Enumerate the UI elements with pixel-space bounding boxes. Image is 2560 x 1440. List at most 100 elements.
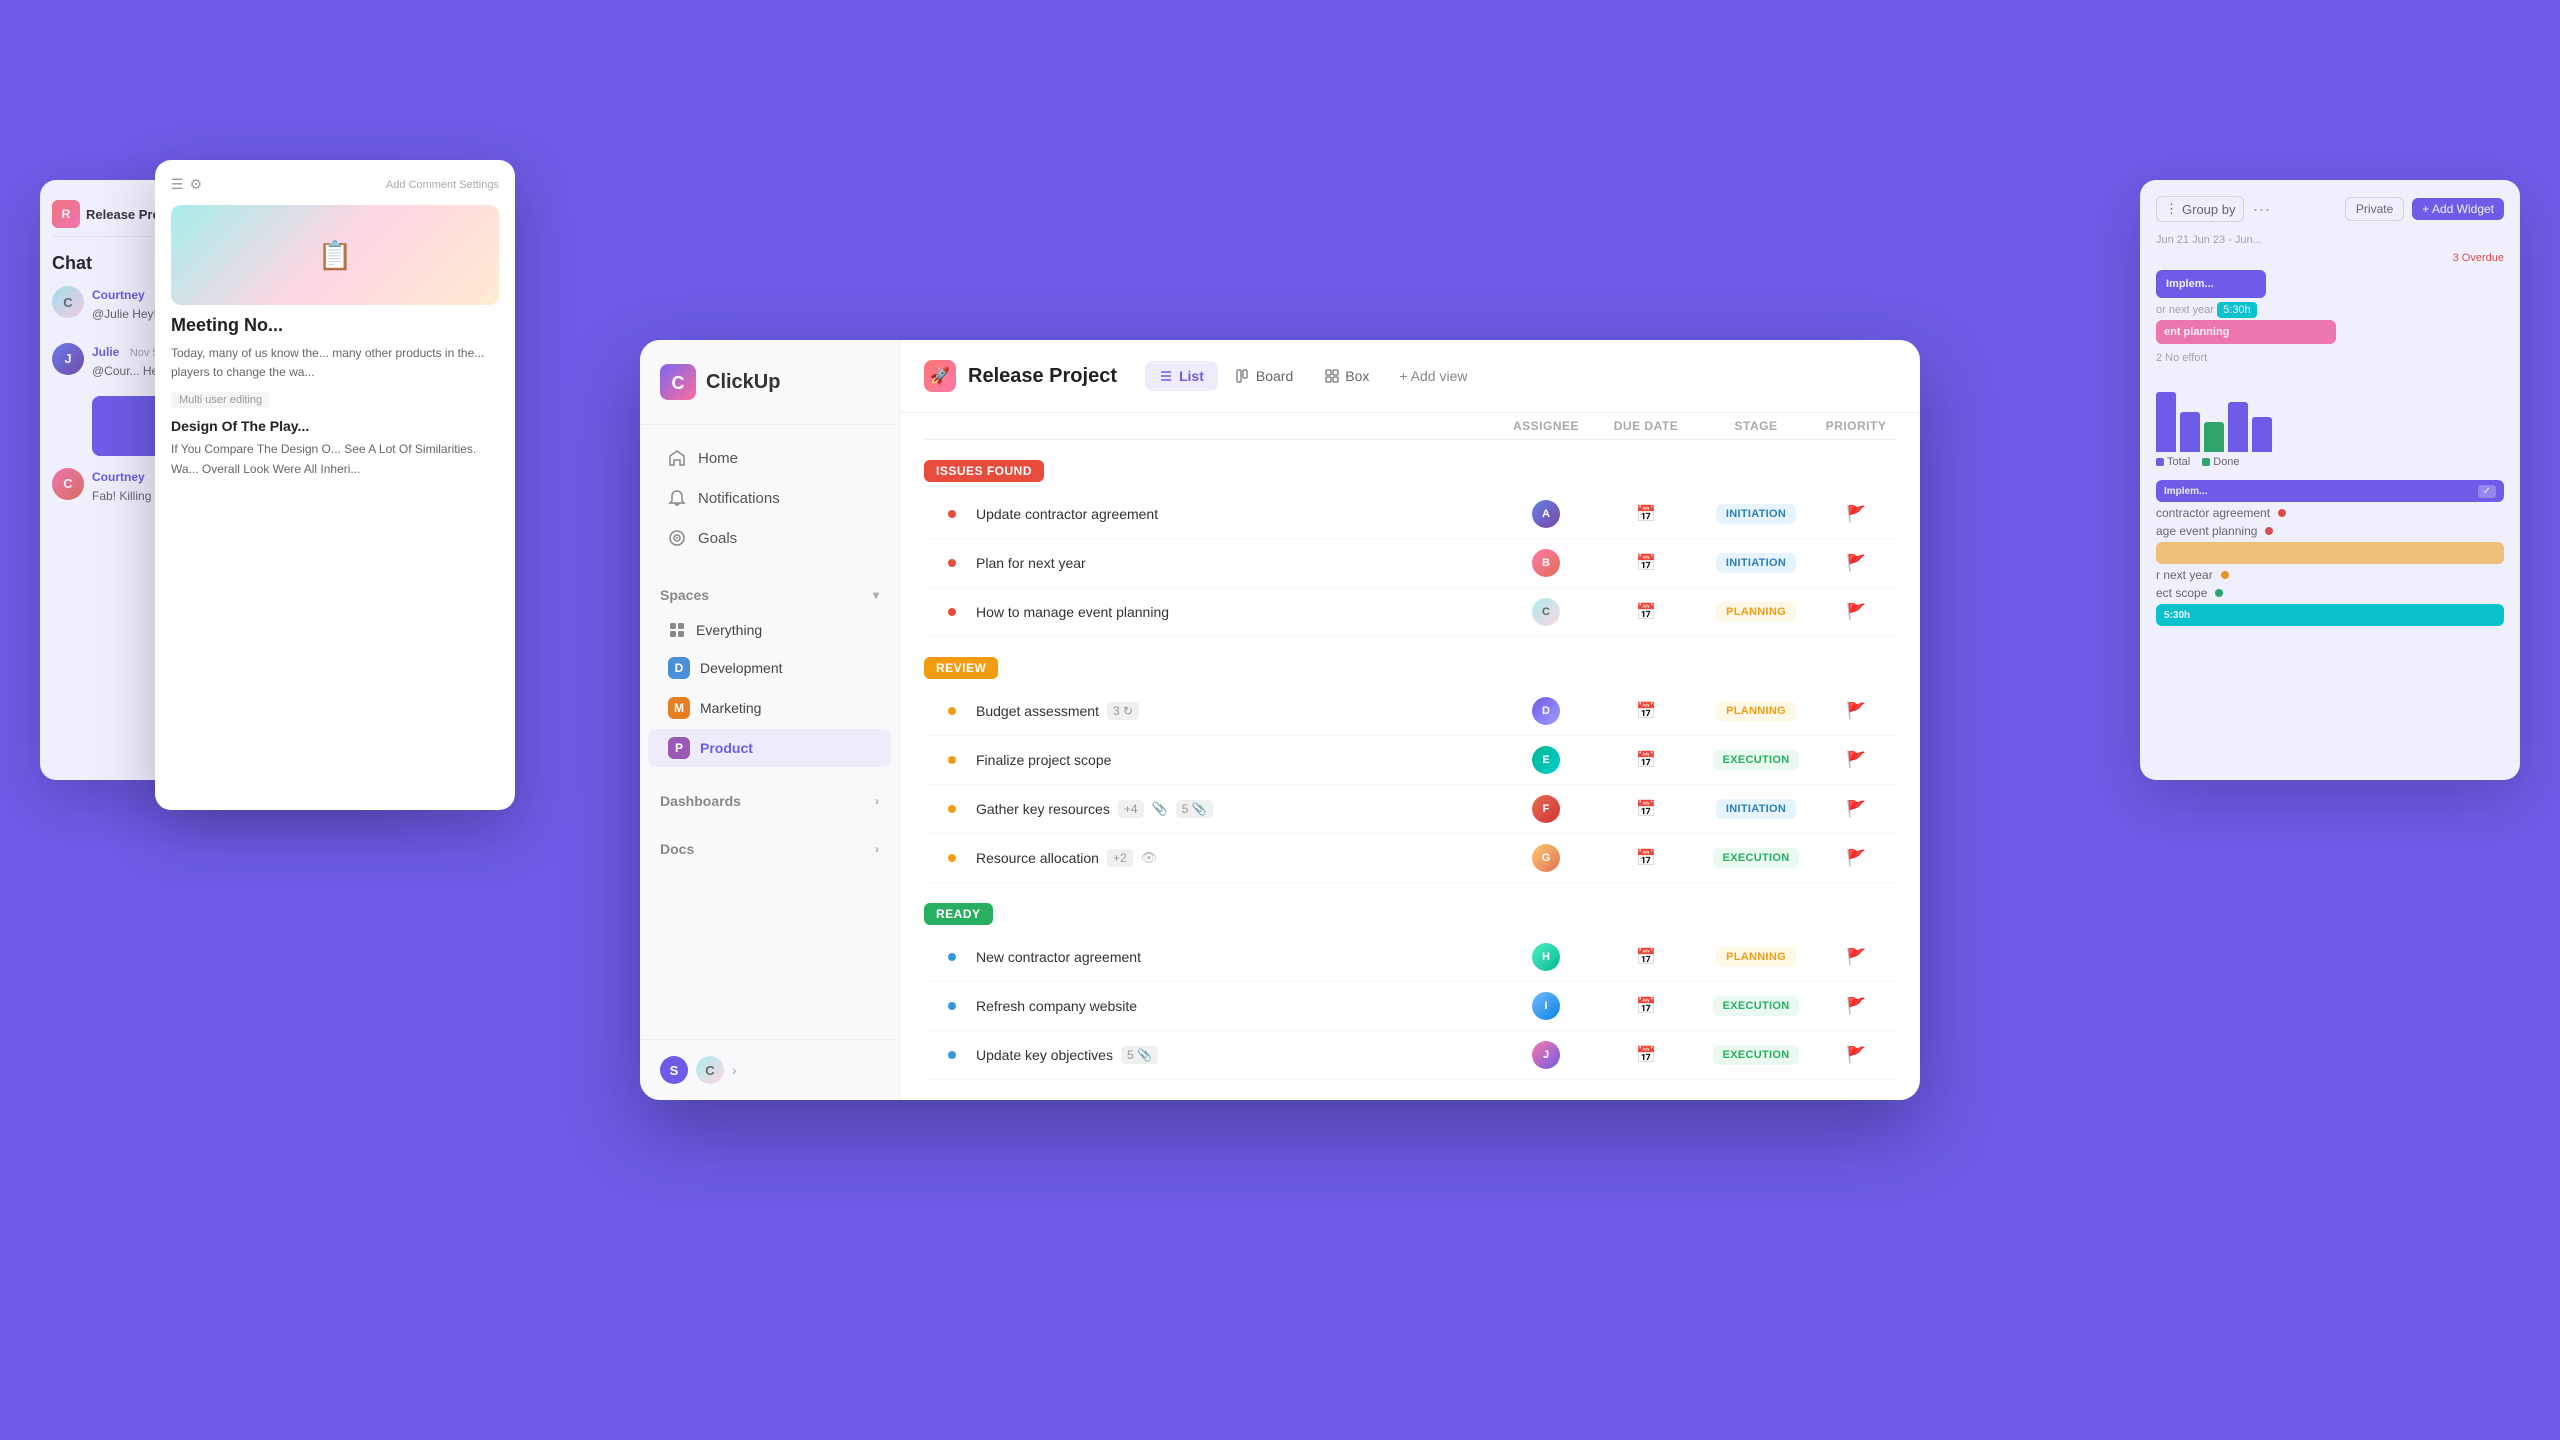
table-row[interactable]: Refresh company website I 📅 EXECUTION 🚩 [924, 982, 1896, 1031]
table-row[interactable]: Finalize project scope E 📅 EXECUTION 🚩 [924, 736, 1896, 785]
priority-6: 🚩 [1816, 799, 1896, 819]
stage-7: EXECUTION [1696, 848, 1816, 868]
spaces-header[interactable]: Spaces ▾ [640, 579, 899, 611]
private-btn[interactable]: Private [2345, 197, 2404, 221]
due-10: 📅 [1596, 1045, 1696, 1065]
stage-1: INITIATION [1696, 504, 1816, 524]
stage-badge-4: PLANNING [1716, 701, 1796, 721]
right-actions: Private + Add Widget [2345, 197, 2504, 221]
avatar-task-1: A [1532, 500, 1560, 528]
doc-title: Meeting No... [171, 315, 499, 336]
more-options-icon: ··· [2252, 199, 2270, 220]
tab-board[interactable]: Board [1222, 361, 1307, 391]
docs-header[interactable]: Docs › [640, 833, 899, 865]
sidebar-item-development[interactable]: D Development [648, 649, 891, 687]
task-name-9: Refresh company website [924, 998, 1496, 1014]
flag-icon-6: 🚩 [1846, 799, 1866, 819]
assignee-6: F [1496, 795, 1596, 823]
chart-bar-5 [2252, 417, 2272, 452]
table-row[interactable]: Update key objectives 5 📎 J 📅 EXECUTION … [924, 1031, 1896, 1080]
issues-badge: ISSUES FOUND [924, 460, 1044, 482]
cal-icon-7: 📅 [1636, 848, 1656, 868]
sidebar-item-goals[interactable]: Goals [648, 519, 891, 557]
table-row[interactable]: Plan for next year B 📅 INITIATION 🚩 [924, 539, 1896, 588]
spaces-chevron: ▾ [873, 588, 879, 602]
table-row[interactable]: How to manage event planning C 📅 PLANNIN… [924, 588, 1896, 637]
sidebar-item-product[interactable]: P Product [648, 729, 891, 767]
table-row[interactable]: Gather key resources +4 📎 5 📎 F 📅 INITIA… [924, 785, 1896, 834]
task-name-1: Update contractor agreement [924, 506, 1496, 522]
tab-board-label: Board [1256, 368, 1293, 384]
dashboards-section: Dashboards › [640, 777, 899, 825]
add-view-btn[interactable]: + Add view [1387, 361, 1479, 391]
due-9: 📅 [1596, 996, 1696, 1016]
task-badge-10: 5 📎 [1121, 1046, 1158, 1064]
eye-icon-7: 👁 [1141, 850, 1158, 866]
add-widget-btn[interactable]: + Add Widget [2412, 198, 2504, 220]
stage-badge-2: INITIATION [1716, 553, 1796, 573]
cal-icon-8: 📅 [1636, 947, 1656, 967]
ready-section-label: READY [924, 903, 1896, 925]
timeline-bar-1: Implem... [2156, 270, 2266, 298]
task-dot-4 [948, 707, 956, 715]
footer-chevron: › [732, 1062, 737, 1078]
table-row[interactable]: Resource allocation +2 👁 G 📅 EXECUTION [924, 834, 1896, 883]
task-name-10: Update key objectives 5 📎 [924, 1046, 1496, 1064]
group-by-btn[interactable]: ⋮ Group by [2156, 196, 2244, 222]
sidebar-item-notifications[interactable]: Notifications [648, 479, 891, 517]
avatar-task-5: E [1532, 746, 1560, 774]
assignee-9: I [1496, 992, 1596, 1020]
task-dot-2 [948, 559, 956, 567]
stage-2: INITIATION [1696, 553, 1816, 573]
assignee-3: C [1496, 598, 1596, 626]
stage-10: EXECUTION [1696, 1045, 1816, 1065]
notifications-label: Notifications [698, 490, 780, 507]
spaces-label: Spaces [660, 587, 709, 603]
doc-section: Design Of The Play... [171, 418, 499, 434]
dashboards-header[interactable]: Dashboards › [640, 785, 899, 817]
col-stage-header: STAGE [1696, 419, 1816, 433]
sidebar-item-everything[interactable]: Everything [648, 613, 891, 647]
legend-done: Done [2202, 456, 2239, 468]
priority-3: 🚩 [1816, 602, 1896, 622]
list-icon [1159, 369, 1173, 383]
table-row[interactable]: New contractor agreement H 📅 PLANNING 🚩 [924, 933, 1896, 982]
home-label: Home [698, 450, 738, 467]
assignee-10: J [1496, 1041, 1596, 1069]
section-ready: READY New contractor agreement H 📅 PLANN… [924, 903, 1896, 1080]
section-review: REVIEW Budget assessment 3 ↻ D 📅 [924, 657, 1896, 883]
task-badge-6: +4 [1118, 800, 1144, 818]
cal-icon-10: 📅 [1636, 1045, 1656, 1065]
chart-bar-3 [2204, 422, 2224, 452]
product-dot: P [668, 737, 690, 759]
priority-4: 🚩 [1816, 701, 1896, 721]
add-view-label: + Add view [1399, 368, 1467, 384]
target-icon [668, 529, 686, 547]
project-icon-small: R [52, 200, 80, 228]
stage-8: PLANNING [1696, 947, 1816, 967]
logo-area: C ClickUp [640, 340, 899, 425]
task-name-5: Finalize project scope [924, 752, 1496, 768]
footer-avatar-2: C [696, 1056, 724, 1084]
flag-icon-4: 🚩 [1846, 701, 1866, 721]
task-dot-8 [948, 953, 956, 961]
tab-list[interactable]: List [1145, 361, 1218, 391]
table-row[interactable]: Update contractor agreement A 📅 INITIATI… [924, 490, 1896, 539]
due-4: 📅 [1596, 701, 1696, 721]
assignee-2: B [1496, 549, 1596, 577]
table-row[interactable]: Budget assessment 3 ↻ D 📅 PLANNING 🚩 [924, 687, 1896, 736]
right-controls: ⋮ Group by ··· [2156, 196, 2270, 222]
timeline-item-list: Implem... ✓ contractor agreement age eve… [2156, 480, 2504, 626]
tab-box[interactable]: Box [1311, 361, 1383, 391]
tab-list-label: List [1179, 368, 1204, 384]
col-headers: ASSIGNEE DUE DATE STAGE PRIORITY [924, 413, 1896, 440]
chart-bar-2 [2180, 412, 2200, 452]
grid-icon [668, 621, 686, 639]
sidebar-item-home[interactable]: Home [648, 439, 891, 477]
due-1: 📅 [1596, 504, 1696, 524]
timeline-list-item-3: r next year [2156, 568, 2504, 582]
due-5: 📅 [1596, 750, 1696, 770]
task-name-6: Gather key resources +4 📎 5 📎 [924, 800, 1496, 818]
sidebar-item-marketing[interactable]: M Marketing [648, 689, 891, 727]
stage-3: PLANNING [1696, 602, 1816, 622]
